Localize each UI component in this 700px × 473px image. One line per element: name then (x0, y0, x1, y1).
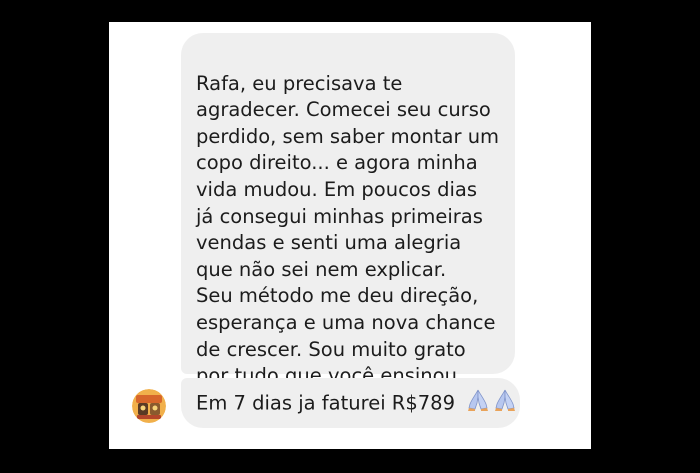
message-text: Rafa, eu precisava te agradecer. Comecei… (196, 71, 500, 388)
message-bubble: Em 7 dias ja faturei R$789 (181, 378, 520, 428)
avatar[interactable] (132, 389, 166, 423)
message-text: Em 7 dias ja faturei R$789 (196, 391, 455, 415)
folded-hands-icon (467, 389, 519, 419)
message-bubble: Rafa, eu precisava te agradecer. Comecei… (181, 33, 515, 387)
chat-panel: Rafa, eu precisava te agradecer. Comecei… (109, 22, 591, 449)
screenshot-canvas: Rafa, eu precisava te agradecer. Comecei… (0, 0, 700, 473)
